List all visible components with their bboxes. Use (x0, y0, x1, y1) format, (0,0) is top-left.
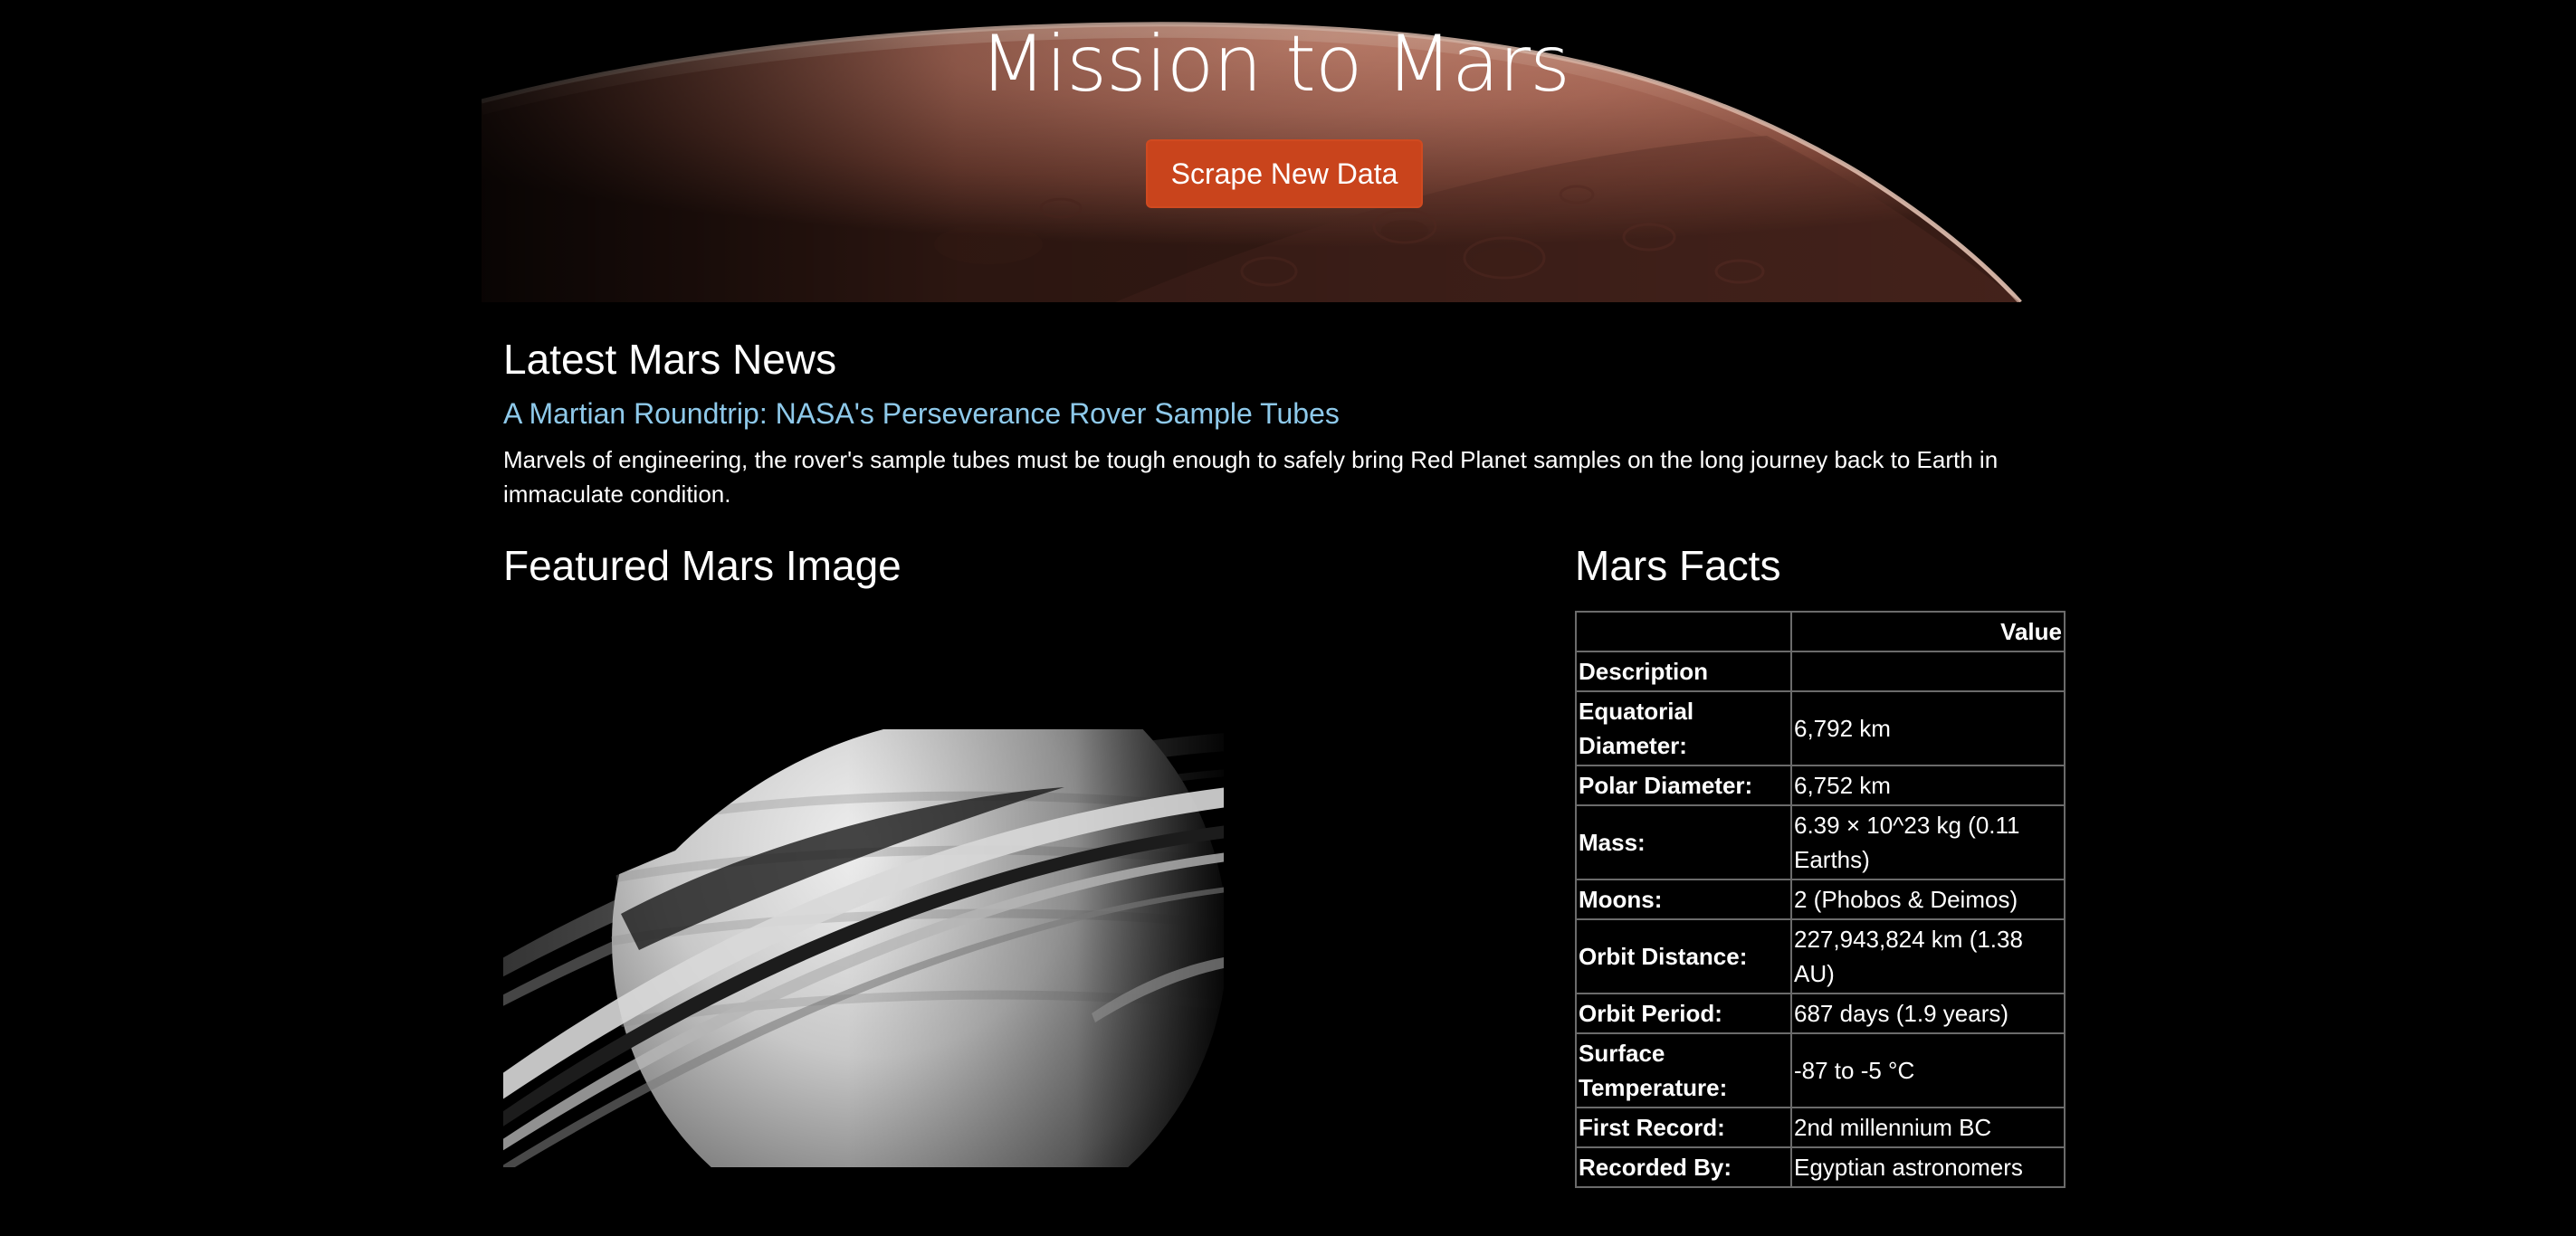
fact-value: Egyptian astronomers (1790, 1146, 2066, 1189)
featured-image-heading: Featured Mars Image (503, 542, 902, 589)
featured-image-section: Featured Mars Image (503, 541, 1227, 1185)
fact-value: 227,943,824 km (1.38 AU) (1790, 918, 2066, 995)
table-row: Orbit Period: 687 days (1.9 years) (1575, 993, 2066, 1035)
mars-facts-section: Mars Facts Value Description Equatorial … (1575, 541, 2067, 1189)
fact-value: 2nd millennium BC (1790, 1107, 2066, 1149)
fact-label: Moons: (1575, 879, 1792, 921)
fact-value: 6.39 × 10^23 kg (0.11 Earths) (1790, 804, 2066, 881)
table-index-blank (1790, 651, 2066, 693)
fact-label: Orbit Period: (1575, 993, 1792, 1035)
fact-value: 687 days (1.9 years) (1790, 993, 2066, 1035)
news-teaser: Marvels of engineering, the rover's samp… (503, 445, 1999, 508)
fact-label: First Record: (1575, 1107, 1792, 1149)
table-row: Moons: 2 (Phobos & Deimos) (1575, 879, 2066, 921)
table-index-label: Description (1575, 651, 1792, 693)
fact-label: Polar Diameter: (1575, 765, 1792, 807)
fact-value: 6,752 km (1790, 765, 2066, 807)
table-row: Recorded By: Egyptian astronomers (1575, 1146, 2066, 1189)
fact-label: Recorded By: (1575, 1146, 1792, 1189)
table-header-value: Value (1790, 611, 2066, 653)
fact-label: Equatorial Diameter: (1575, 690, 1792, 767)
fact-value: -87 to -5 °C (1790, 1032, 2066, 1109)
news-section: Latest Mars News A Martian Roundtrip: NA… (503, 335, 2064, 511)
fact-label: Mass: (1575, 804, 1792, 881)
page-title: Mission to Mars (979, 19, 1570, 109)
fact-label: Orbit Distance: (1575, 918, 1792, 995)
featured-saturn-image (503, 615, 1224, 1185)
table-row: Surface Temperature: -87 to -5 °C (1575, 1032, 2066, 1109)
table-header-blank (1575, 611, 1792, 653)
mars-facts-heading: Mars Facts (1575, 542, 1781, 589)
news-heading: Latest Mars News (503, 336, 837, 383)
table-row: Orbit Distance: 227,943,824 km (1.38 AU) (1575, 918, 2066, 995)
fact-label: Surface Temperature: (1575, 1032, 1792, 1109)
fact-value: 2 (Phobos & Deimos) (1790, 879, 2066, 921)
scrape-new-data-button[interactable]: Scrape New Data (1146, 139, 1423, 208)
table-row: First Record: 2nd millennium BC (1575, 1107, 2066, 1149)
table-row-index: Description (1575, 651, 2066, 693)
page: Mission to Mars Scrape New Data Latest M… (0, 0, 2576, 1236)
table-row: Mass: 6.39 × 10^23 kg (0.11 Earths) (1575, 804, 2066, 881)
table-header-row: Value (1575, 611, 2066, 653)
table-row: Polar Diameter: 6,752 km (1575, 765, 2066, 807)
mars-facts-table: Value Description Equatorial Diameter: 6… (1575, 611, 2066, 1189)
fact-value: 6,792 km (1790, 690, 2066, 767)
table-row: Equatorial Diameter: 6,792 km (1575, 690, 2066, 767)
news-title-link[interactable]: A Martian Roundtrip: NASA's Perseverance… (503, 395, 2064, 433)
hero-banner: Mission to Mars Scrape New Data (482, 0, 2067, 302)
